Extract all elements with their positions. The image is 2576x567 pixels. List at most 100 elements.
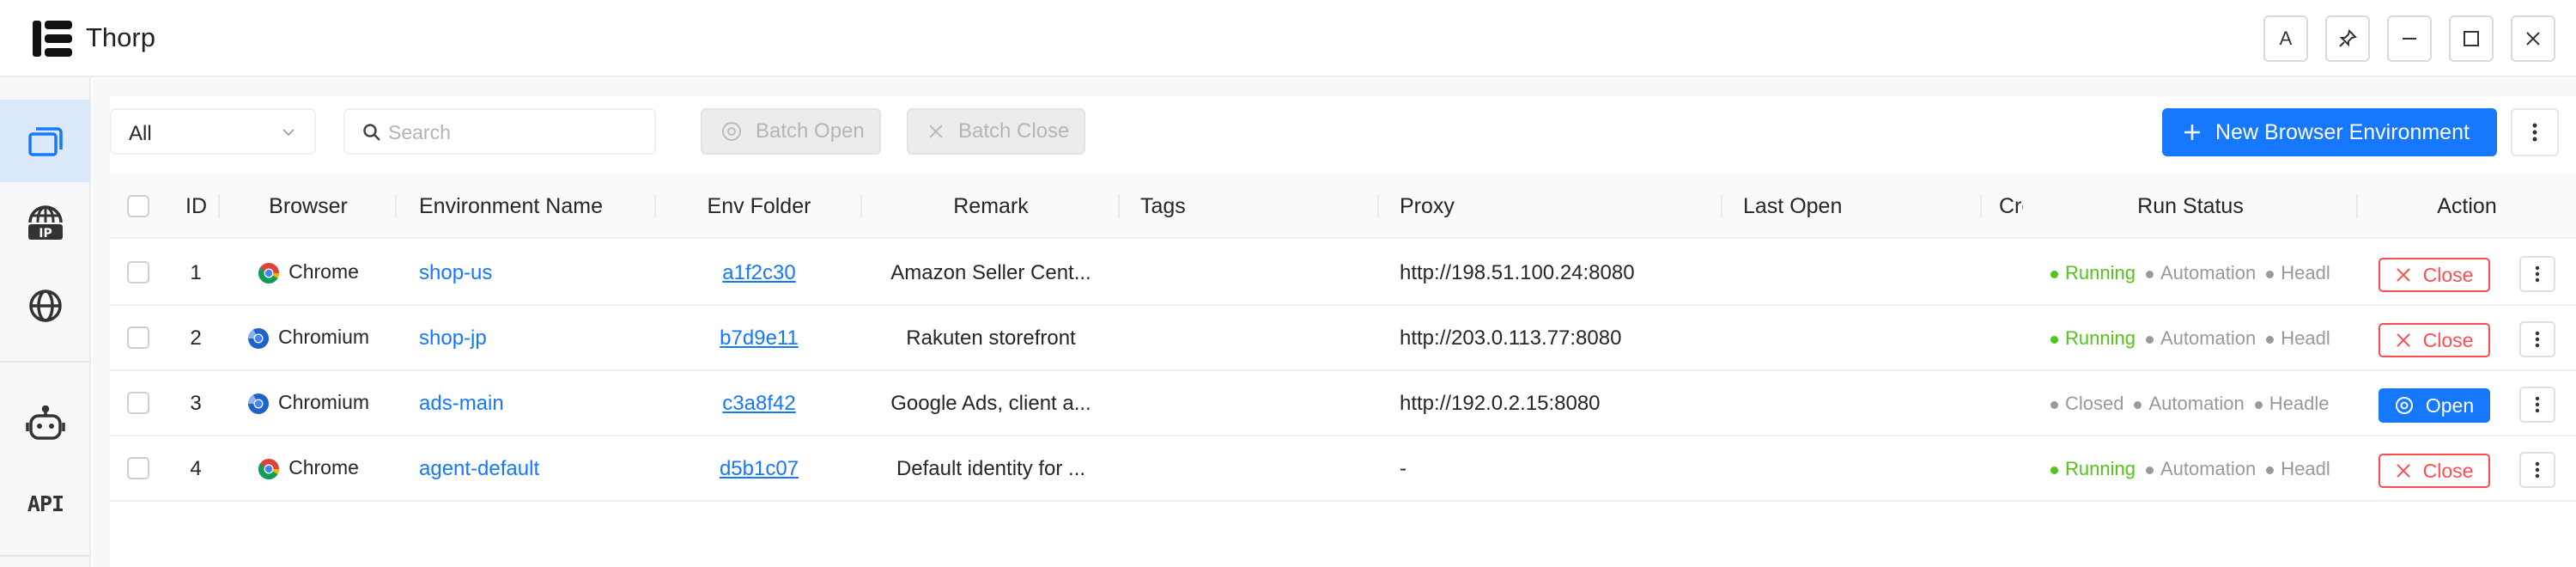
more-vertical-icon <box>2532 123 2537 142</box>
headless-badge: Headle <box>2254 393 2330 415</box>
cell-env-folder-link[interactable]: b7d9e11 <box>656 306 862 371</box>
header-tags: Tags <box>1120 174 1379 239</box>
table-row[interactable]: 4 Chrome agent-default d5b1c07 Default i… <box>110 436 2576 502</box>
minimize-button[interactable] <box>2387 15 2432 62</box>
browser-open-icon <box>722 122 741 141</box>
open-environment-button[interactable]: Open <box>2379 388 2490 423</box>
chrome-icon <box>258 263 280 284</box>
cell-last-open <box>1722 436 1982 502</box>
header-browser: Browser <box>220 174 397 239</box>
close-environment-button[interactable]: Close <box>2379 258 2490 292</box>
row-more-button[interactable] <box>2519 321 2555 357</box>
cell-tags <box>1120 436 1379 502</box>
table-row[interactable]: 1 Chrome shop-us a1f2c30 Amazon Seller C… <box>110 241 2576 306</box>
ip-globe-icon: IP <box>28 205 63 241</box>
sidebar-item-automation[interactable] <box>0 383 91 466</box>
batch-close-label: Batch Close <box>958 119 1070 143</box>
automation-badge: Automation <box>2134 393 2245 415</box>
browser-label: Chromium <box>277 326 370 348</box>
filter-select[interactable]: All <box>110 108 316 155</box>
run-status-badge: Closed <box>2050 393 2123 415</box>
select-all-checkbox[interactable] <box>127 195 149 217</box>
cell-environment-name[interactable]: agent-default <box>397 436 656 502</box>
browser-windows-icon <box>28 127 63 156</box>
cell-browser: Chromium <box>220 306 397 371</box>
cell-environment-name[interactable]: ads-main <box>397 371 656 436</box>
sidebar-item-api[interactable]: API <box>0 462 91 545</box>
header-action: Action <box>2437 194 2497 218</box>
headless-badge: Headl <box>2266 262 2330 284</box>
header-proxy: Proxy <box>1379 174 1722 239</box>
table-header: ID Browser Environment Name Env Folder R… <box>110 174 2576 239</box>
automation-badge: Automation <box>2145 327 2256 350</box>
open-environment-label: Open <box>2425 393 2475 417</box>
row-checkbox[interactable] <box>127 392 149 414</box>
cell-proxy: http://192.0.2.15:8080 <box>1400 392 1601 415</box>
new-browser-environment-label: New Browser Environment <box>2215 119 2470 144</box>
cell-id: 3 <box>190 392 202 415</box>
pin-button[interactable] <box>2325 15 2370 62</box>
cell-tags <box>1120 241 1379 306</box>
table-row[interactable]: 2 Chromium shop-jp b7d9e11 Rakuten store… <box>110 306 2576 371</box>
cell-run-status: Closed Automation Headle <box>2050 371 2368 436</box>
toolbar-more-button[interactable] <box>2511 108 2559 156</box>
batch-close-button[interactable]: Batch Close <box>907 108 1085 155</box>
sidebar-item-proxy-ip[interactable]: IP <box>0 182 91 265</box>
globe-icon <box>29 290 62 322</box>
cell-last-open <box>1722 306 1982 371</box>
maximize-button[interactable] <box>2449 15 2494 62</box>
automation-badge: Automation <box>2145 262 2256 284</box>
font-a-label: A <box>2279 27 2293 49</box>
header-remark: Remark <box>862 174 1120 239</box>
close-environment-label: Close <box>2422 263 2474 286</box>
table-row[interactable]: 3 Chromium ads-main c3a8f42 Google Ads, … <box>110 371 2576 436</box>
search-input[interactable] <box>388 119 646 146</box>
cell-last-open <box>1722 241 1982 306</box>
close-icon <box>2396 464 2410 478</box>
sidebar-item-network[interactable] <box>0 265 91 347</box>
cell-env-folder-link[interactable]: c3a8f42 <box>656 371 862 436</box>
row-more-button[interactable] <box>2519 452 2555 488</box>
headless-badge: Headl <box>2266 458 2330 480</box>
cell-id: 2 <box>190 326 202 350</box>
cell-run-status: Running Automation Headl <box>2050 306 2368 371</box>
cell-env-folder-link[interactable]: a1f2c30 <box>656 241 862 306</box>
close-environment-label: Close <box>2422 328 2474 351</box>
row-checkbox[interactable] <box>127 326 149 349</box>
cell-environment-name[interactable]: shop-jp <box>397 306 656 371</box>
close-environment-button[interactable]: Close <box>2379 454 2490 488</box>
cell-browser: Chromium <box>220 371 397 436</box>
cell-proxy: http://203.0.113.77:8080 <box>1400 326 1622 350</box>
title-bar: Thorp A <box>0 0 2576 77</box>
close-environment-button[interactable]: Close <box>2379 323 2490 357</box>
maximize-icon <box>2464 31 2479 46</box>
more-vertical-icon <box>2535 265 2540 283</box>
cell-proxy: - <box>1400 457 1406 480</box>
app-title: Thorp <box>86 22 155 52</box>
row-more-button[interactable] <box>2519 387 2555 423</box>
search-box[interactable] <box>343 108 656 155</box>
cell-browser: Chrome <box>220 436 397 502</box>
svg-text:IP: IP <box>39 227 52 241</box>
row-checkbox[interactable] <box>127 261 149 284</box>
batch-open-button[interactable]: Batch Open <box>701 108 881 155</box>
cell-run-status: Running Automation Headl <box>2050 436 2368 502</box>
font-a-button[interactable]: A <box>2263 15 2308 62</box>
cell-id: 4 <box>190 457 202 480</box>
row-more-button[interactable] <box>2519 256 2555 292</box>
cell-run-status: Running Automation Headl <box>2050 241 2368 306</box>
cell-environment-name[interactable]: shop-us <box>397 241 656 306</box>
new-browser-environment-button[interactable]: New Browser Environment <box>2162 108 2497 156</box>
run-status-badge: Running <box>2050 327 2136 350</box>
cell-proxy: http://198.51.100.24:8080 <box>1400 261 1635 284</box>
header-environment-name: Environment Name <box>397 174 656 239</box>
close-icon <box>929 125 943 138</box>
header-env-folder: Env Folder <box>656 174 862 239</box>
close-window-button[interactable] <box>2511 15 2555 62</box>
more-vertical-icon <box>2535 461 2540 479</box>
row-checkbox[interactable] <box>127 457 149 479</box>
cell-tags <box>1120 371 1379 436</box>
headless-badge: Headl <box>2266 327 2330 350</box>
cell-env-folder-link[interactable]: d5b1c07 <box>656 436 862 502</box>
sidebar-item-environments[interactable] <box>0 100 91 182</box>
